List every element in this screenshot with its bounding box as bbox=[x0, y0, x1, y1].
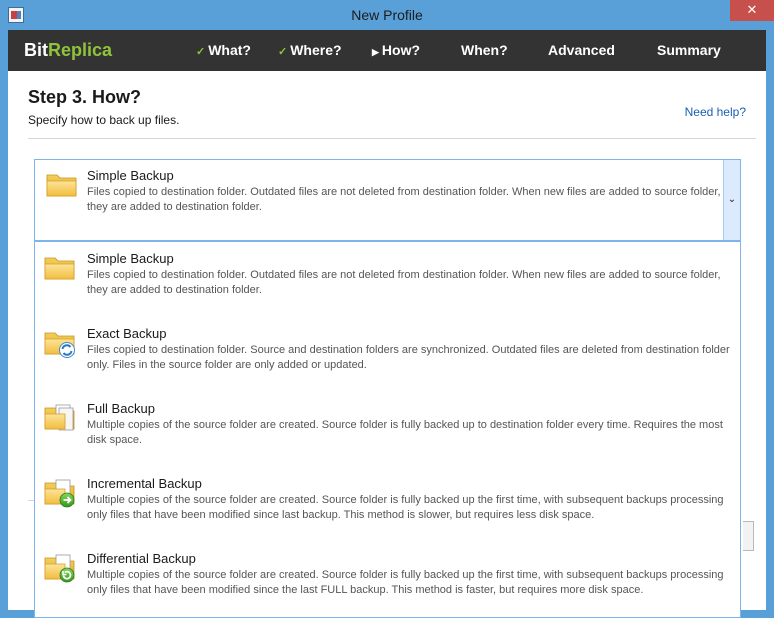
chevron-down-icon[interactable]: ⌄ bbox=[723, 160, 740, 240]
nav-item-how[interactable]: ▶ How? bbox=[372, 30, 420, 73]
option-differential-backup[interactable]: Differential Backup Multiple copies of t… bbox=[35, 542, 740, 617]
close-button[interactable]: ✕ bbox=[730, 0, 774, 21]
folder-icon bbox=[46, 174, 77, 197]
option-incremental-backup[interactable]: Incremental Backup Multiple copies of th… bbox=[35, 467, 740, 542]
option-exact-backup[interactable]: Exact Backup Files copied to destination… bbox=[35, 317, 740, 392]
brand-part-2: Replica bbox=[48, 40, 113, 60]
title-bar[interactable]: New Profile ✕ bbox=[0, 0, 774, 30]
check-icon: ✓ bbox=[196, 46, 206, 58]
current-step-arrow-icon: ▶ bbox=[372, 47, 379, 57]
window-title: New Profile bbox=[351, 7, 423, 23]
folder-incremental-icon bbox=[44, 479, 75, 508]
step-title: Step 3. How? bbox=[28, 87, 142, 107]
brand-part-1: Bit bbox=[24, 40, 48, 60]
nav-label: When? bbox=[461, 42, 508, 58]
folder-icon bbox=[44, 257, 75, 280]
nav-label: Advanced bbox=[548, 42, 615, 58]
brand-logo: BitReplica bbox=[24, 30, 112, 71]
option-description: Files copied to destination folder. Sour… bbox=[87, 344, 730, 371]
nav-label: What? bbox=[208, 42, 251, 58]
option-simple-backup[interactable]: Simple Backup Files copied to destinatio… bbox=[35, 242, 740, 317]
option-description: Multiple copies of the source folder are… bbox=[87, 569, 724, 596]
nav-item-when[interactable]: When? bbox=[461, 30, 508, 71]
folder-documents-icon bbox=[44, 404, 75, 431]
check-icon: ✓ bbox=[278, 46, 288, 58]
option-title: Simple Backup bbox=[87, 251, 174, 266]
option-title: Full Backup bbox=[87, 401, 155, 416]
step-subtitle: Specify how to back up files. bbox=[28, 113, 180, 127]
option-description: Multiple copies of the source folder are… bbox=[87, 494, 724, 521]
wizard-nav-bar: BitReplica ✓ What? ✓ Where? ▶ How? When? Ad… bbox=[8, 30, 766, 71]
backup-type-dropdown-list: Simple Backup Files copied to destinatio… bbox=[34, 241, 741, 618]
app-window: New Profile ✕ BitReplica ✓ What? ✓ Where? … bbox=[0, 0, 774, 618]
option-title: Differential Backup bbox=[87, 551, 196, 566]
nav-label: Summary bbox=[657, 42, 721, 58]
option-description: Multiple copies of the source folder are… bbox=[87, 419, 723, 446]
nav-label: How? bbox=[381, 42, 421, 58]
option-title: Incremental Backup bbox=[87, 476, 202, 491]
nav-item-where[interactable]: ✓ Where? bbox=[278, 30, 342, 73]
folder-sync-icon bbox=[44, 332, 75, 358]
nav-item-advanced[interactable]: Advanced bbox=[548, 30, 615, 71]
combo-selected-title: Simple Backup bbox=[87, 168, 174, 183]
need-help-link[interactable]: Need help? bbox=[685, 105, 746, 119]
nav-item-summary[interactable]: Summary bbox=[657, 30, 721, 71]
client-area: BitReplica ✓ What? ✓ Where? ▶ How? When? Ad… bbox=[8, 30, 766, 618]
option-full-backup[interactable]: Full Backup Multiple copies of the sourc… bbox=[35, 392, 740, 467]
backup-type-combobox[interactable]: Simple Backup Files copied to destinatio… bbox=[34, 159, 741, 241]
nav-item-what[interactable]: ✓ What? bbox=[196, 30, 251, 73]
nav-label: Where? bbox=[290, 42, 342, 58]
option-description: Files copied to destination folder. Outd… bbox=[87, 269, 721, 296]
header-divider bbox=[28, 138, 756, 139]
background-button-edge bbox=[743, 521, 754, 551]
combo-selected-description: Files copied to destination folder. Outd… bbox=[87, 186, 721, 213]
option-title: Exact Backup bbox=[87, 326, 167, 341]
folder-differential-icon bbox=[44, 554, 75, 583]
